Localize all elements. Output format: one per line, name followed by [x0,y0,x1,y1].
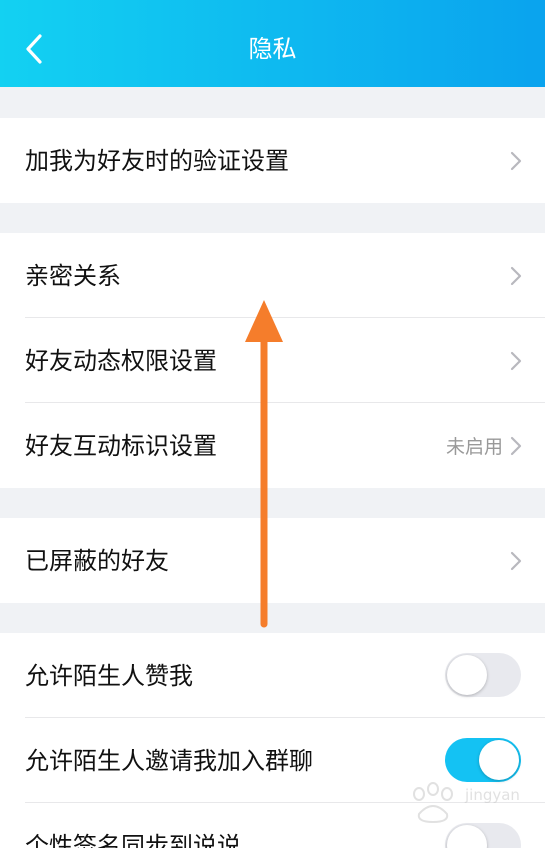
settings-group-strangers: 允许陌生人赞我 允许陌生人邀请我加入群聊 个性签名同步到说说 [0,633,545,848]
allow-stranger-like-toggle[interactable] [445,653,521,697]
settings-group-verification: 加我为好友时的验证设置 [0,118,545,203]
chevron-right-icon [510,266,522,286]
item-label: 允许陌生人邀请我加入群聊 [25,747,313,775]
status-text: 未启用 [445,436,503,458]
page-title: 隐私 [248,35,297,63]
sync-signature-toggle[interactable] [445,823,521,848]
list-item-allow-stranger-like: 允许陌生人赞我 [0,633,545,718]
item-label: 好友动态权限设置 [25,347,217,375]
item-label: 好友互动标识设置 [25,432,217,460]
list-item-friend-verification[interactable]: 加我为好友时的验证设置 [0,118,545,203]
list-item-interaction-badge[interactable]: 好友互动标识设置 未启用 [0,403,545,488]
chevron-right-icon [510,436,522,456]
chevron-right-icon [510,351,522,371]
list-item-feed-permissions[interactable]: 好友动态权限设置 [0,318,545,403]
toggle-knob [447,655,487,695]
title-bar: 隐私 [0,0,545,87]
allow-stranger-group-invite-toggle[interactable] [445,738,521,782]
item-label: 个性签名同步到说说 [25,832,241,848]
toggle-knob [479,740,519,780]
item-label: 允许陌生人赞我 [25,662,193,690]
chevron-right-icon [510,151,522,171]
list-item-sync-signature: 个性签名同步到说说 [0,803,545,848]
list-item-allow-stranger-group-invite: 允许陌生人邀请我加入群聊 [0,718,545,803]
settings-group-friends: 亲密关系 好友动态权限设置 好友互动标识设置 未启用 [0,233,545,488]
list-item-intimate-relation[interactable]: 亲密关系 [0,233,545,318]
item-label: 已屏蔽的好友 [25,547,169,575]
toggle-knob [447,825,487,848]
chevron-right-icon [510,551,522,571]
settings-group-blocked: 已屏蔽的好友 [0,518,545,603]
item-label: 加我为好友时的验证设置 [25,147,289,175]
list-item-blocked-friends[interactable]: 已屏蔽的好友 [0,518,545,603]
item-label: 亲密关系 [25,262,121,290]
